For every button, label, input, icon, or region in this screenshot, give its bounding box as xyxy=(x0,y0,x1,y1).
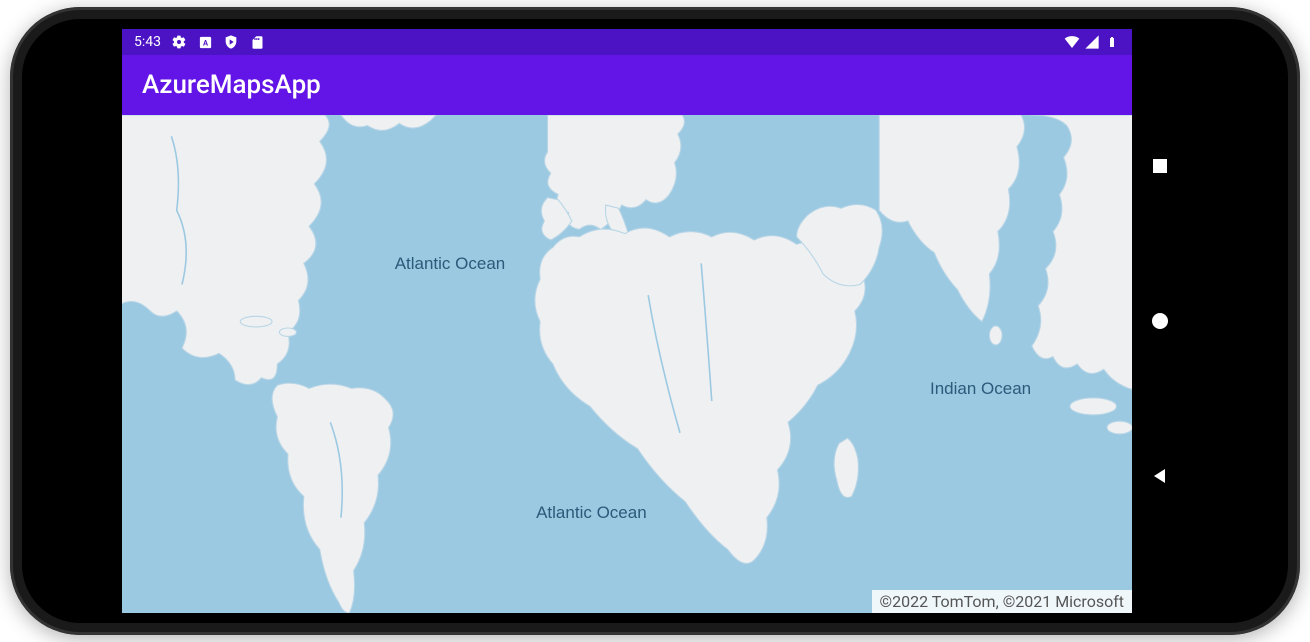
status-time: 5:43 xyxy=(134,34,161,50)
battery-icon xyxy=(1104,34,1120,50)
cell-signal-icon xyxy=(1084,34,1100,50)
app-title: AzureMapsApp xyxy=(142,70,321,100)
screen: 5:43 A xyxy=(122,29,1188,613)
ocean-label-atlantic-south: Atlantic Ocean xyxy=(536,503,647,523)
ocean-label-atlantic-north: Atlantic Ocean xyxy=(395,254,506,274)
nav-back-button[interactable] xyxy=(1150,466,1170,486)
device-frame: 5:43 A xyxy=(10,7,1300,635)
world-map-svg xyxy=(122,115,1132,613)
nav-home-button[interactable] xyxy=(1150,311,1170,331)
device-bezel: 5:43 A xyxy=(22,19,1288,623)
sd-card-icon xyxy=(249,34,265,50)
gear-icon xyxy=(171,34,187,50)
app-badge-icon: A xyxy=(197,34,213,50)
shield-play-icon xyxy=(223,34,239,50)
wifi-icon xyxy=(1064,34,1080,50)
map-attribution: ©2022 TomTom, ©2021 Microsoft xyxy=(872,590,1132,613)
system-nav-bar xyxy=(1132,29,1188,613)
map-view[interactable]: Atlantic Ocean Atlantic Ocean Indian Oce… xyxy=(122,115,1132,613)
status-bar: 5:43 A xyxy=(122,29,1132,55)
app-bar: AzureMapsApp xyxy=(122,55,1132,115)
nav-recent-button[interactable] xyxy=(1150,156,1170,176)
ocean-label-indian: Indian Ocean xyxy=(930,379,1031,399)
app-area: 5:43 A xyxy=(122,29,1132,613)
